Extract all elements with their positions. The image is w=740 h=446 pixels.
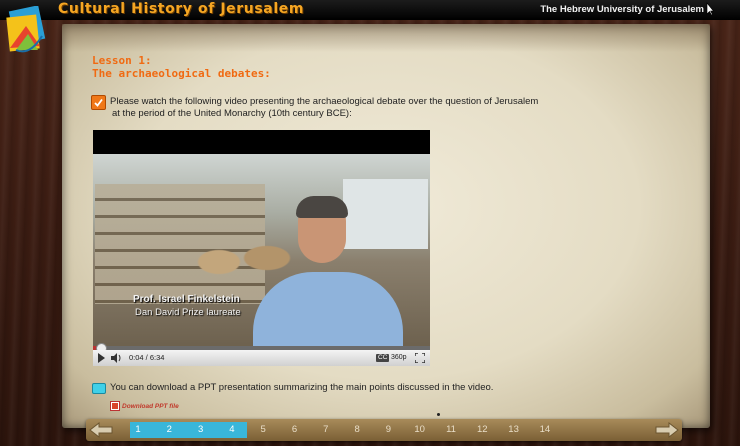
page-button-9[interactable]: 9: [376, 422, 400, 438]
page-button-4[interactable]: 4: [220, 422, 244, 438]
lesson-number: Lesson 1:: [92, 54, 152, 67]
page-button-6[interactable]: 6: [283, 422, 307, 438]
video-frame[interactable]: Prof. Israel Finkelstein Dan David Prize…: [93, 154, 430, 352]
intro-line-2: at the period of the United Monarchy (10…: [112, 108, 352, 119]
download-text: You can download a PPT presentation summ…: [110, 382, 494, 393]
logo: [6, 6, 46, 53]
page-button-3[interactable]: 3: [189, 422, 213, 438]
lesson-title: The archaeological debates:: [92, 67, 271, 80]
speaker-hair: [296, 196, 348, 218]
page-button-7[interactable]: 7: [314, 422, 338, 438]
page-button-12[interactable]: 12: [470, 422, 494, 438]
page-button-10[interactable]: 10: [408, 422, 432, 438]
video-player[interactable]: Prof. Israel Finkelstein Dan David Prize…: [93, 130, 430, 366]
page-navigation: 1 2 3 4 5 6 7 8 9 10 11 12 13 14: [86, 419, 682, 441]
top-bar: Cultural History of Jerusalem The Hebrew…: [0, 0, 740, 20]
ppt-file-icon[interactable]: [110, 401, 120, 411]
video-controls: 0:04 / 6:34 CC 360p: [93, 350, 430, 366]
task-checkbox[interactable]: [91, 95, 106, 110]
page-button-2[interactable]: 2: [157, 422, 181, 438]
dot-marker: [437, 413, 440, 416]
lesson-heading: Lesson 1: The archaeological debates:: [92, 54, 271, 80]
app-title: Cultural History of Jerusalem: [58, 1, 305, 17]
page-list: 1 2 3 4 5 6 7 8 9 10 11 12 13 14: [130, 422, 640, 438]
intro-line-1: Please watch the following video present…: [110, 96, 539, 107]
fullscreen-icon[interactable]: [415, 353, 425, 363]
window-image: [343, 179, 428, 249]
video-caption-title: Dan David Prize laureate: [135, 307, 241, 318]
page-button-14[interactable]: 14: [533, 422, 557, 438]
page-button-1[interactable]: 1: [126, 422, 150, 438]
university-name: The Hebrew University of Jerusalem: [540, 4, 704, 15]
page-button-13[interactable]: 13: [502, 422, 526, 438]
quality-button[interactable]: 360p: [391, 353, 407, 363]
video-caption-name: Prof. Israel Finkelstein: [133, 294, 240, 305]
volume-icon[interactable]: [111, 353, 123, 363]
download-marker: [92, 383, 106, 394]
video-time: 0:04 / 6:34: [129, 353, 165, 362]
play-icon[interactable]: [98, 353, 105, 363]
intro-text: Please watch the following video present…: [110, 96, 570, 120]
previous-arrow-icon[interactable]: [86, 421, 116, 439]
page-button-5[interactable]: 5: [251, 422, 275, 438]
page-button-8[interactable]: 8: [345, 422, 369, 438]
cursor-icon: [706, 2, 714, 16]
speaker-body: [253, 272, 403, 352]
page-button-11[interactable]: 11: [439, 422, 463, 438]
captions-button[interactable]: CC: [376, 354, 390, 362]
download-ppt-link[interactable]: Download PPT file: [122, 402, 179, 411]
check-icon: [94, 98, 103, 107]
next-arrow-icon[interactable]: [652, 421, 682, 439]
